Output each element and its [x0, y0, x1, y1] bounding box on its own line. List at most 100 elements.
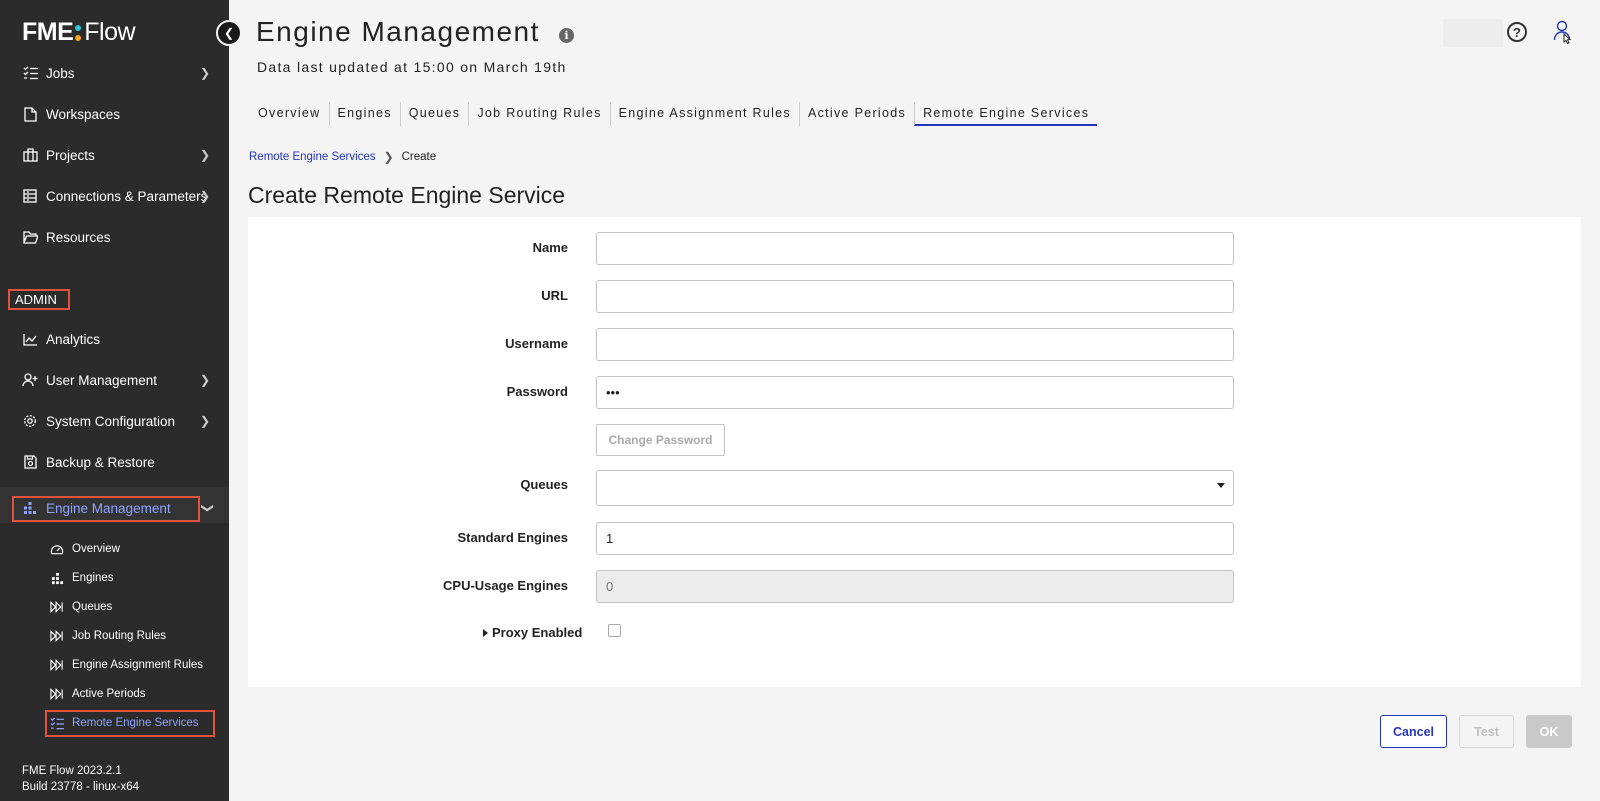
- sidebar-subitem-active-periods[interactable]: Active Periods: [0, 681, 229, 707]
- chevron-down-icon: ❯: [201, 502, 216, 514]
- fme-flow-logo[interactable]: FME Flow: [22, 18, 136, 47]
- tab-bar: Overview Engines Queues Job Routing Rule…: [250, 102, 1098, 126]
- tab-queues[interactable]: Queues: [399, 102, 469, 126]
- tab-remote-engine-services[interactable]: Remote Engine Services: [914, 102, 1098, 126]
- sidebar-item-analytics[interactable]: Analytics: [0, 322, 229, 356]
- change-password-button[interactable]: Change Password: [596, 424, 725, 456]
- save-icon: [22, 454, 38, 470]
- engines-icon: [50, 571, 64, 585]
- gear-icon: [22, 413, 38, 429]
- build-text: Build 23778 - linux-x64: [22, 781, 139, 793]
- test-button[interactable]: Test: [1459, 715, 1514, 748]
- chevron-right-icon: ❯: [200, 189, 211, 203]
- sidebar-item-label: Workspaces: [46, 106, 121, 122]
- queues-select[interactable]: [596, 470, 1234, 506]
- version-info: FME Flow 2023.2.1 Build 23778 - linux-x6…: [22, 763, 139, 795]
- proxy-enabled-toggle[interactable]: Proxy Enabled: [483, 625, 582, 640]
- sidebar-subitem-label: Engines: [72, 572, 114, 584]
- breadcrumb: Remote Engine Services ❯ Create: [249, 150, 436, 164]
- url-input[interactable]: [596, 280, 1234, 313]
- caret-down-icon: [1217, 483, 1225, 488]
- fast-forward-icon: [50, 687, 64, 701]
- tab-engines[interactable]: Engines: [328, 102, 400, 126]
- admin-section-label: ADMIN: [8, 289, 70, 310]
- sidebar-subitem-remote-engine-services[interactable]: Remote Engine Services: [0, 710, 229, 736]
- breadcrumb-current: Create: [401, 151, 437, 163]
- logo-text-fme: FME: [22, 18, 74, 46]
- file-icon: [22, 106, 38, 122]
- chart-line-icon: [22, 331, 38, 347]
- sidebar-subitem-label: Engine Assignment Rules: [72, 659, 204, 671]
- sidebar-item-label: User Management: [46, 372, 158, 388]
- sidebar-item-label: Engine Management: [46, 500, 171, 516]
- sidebar-item-projects[interactable]: Projects ❯: [0, 138, 229, 172]
- help-icon[interactable]: ?: [1507, 22, 1527, 42]
- briefcase-icon: [22, 147, 38, 163]
- folder-open-icon: [22, 229, 38, 245]
- sidebar-item-label: Resources: [46, 229, 111, 245]
- database-icon: [22, 188, 38, 204]
- sidebar-subitem-engines[interactable]: Engines: [0, 565, 229, 591]
- chevron-left-icon: ❮: [223, 26, 235, 40]
- sidebar-item-label: Backup & Restore: [46, 454, 155, 470]
- user-account-icon[interactable]: [1553, 20, 1573, 46]
- proxy-enabled-label: Proxy Enabled: [492, 625, 583, 640]
- sidebar-item-jobs[interactable]: Jobs ❯: [0, 56, 229, 90]
- tab-job-routing-rules[interactable]: Job Routing Rules: [468, 102, 609, 126]
- sidebar-item-resources[interactable]: Resources: [0, 220, 229, 254]
- sidebar-item-workspaces[interactable]: Workspaces: [0, 97, 229, 131]
- sidebar-item-label: Jobs: [46, 65, 75, 81]
- proxy-enabled-checkbox[interactable]: [608, 624, 621, 637]
- user-plus-icon: [22, 372, 38, 388]
- sidebar-subitem-job-routing-rules[interactable]: Job Routing Rules: [0, 623, 229, 649]
- cancel-button[interactable]: Cancel: [1380, 715, 1447, 748]
- sidebar-subitem-label: Queues: [72, 601, 113, 613]
- list-check-icon: [22, 65, 38, 81]
- sidebar-item-label: Projects: [46, 147, 95, 163]
- ok-button[interactable]: OK: [1526, 715, 1572, 748]
- page-title: Engine Management: [256, 16, 540, 47]
- caret-right-icon: [483, 628, 488, 637]
- sidebar-item-user-management[interactable]: User Management ❯: [0, 363, 229, 397]
- standard-engines-label: Standard Engines: [457, 530, 568, 545]
- form-title: Create Remote Engine Service: [248, 182, 566, 208]
- password-input[interactable]: •••: [596, 376, 1234, 409]
- sidebar-item-engine-management[interactable]: Engine Management ❯: [0, 491, 229, 525]
- standard-engines-input[interactable]: 1: [596, 522, 1234, 555]
- chevron-right-icon: ❯: [200, 373, 211, 387]
- engines-icon: [22, 500, 38, 516]
- tab-overview[interactable]: Overview: [250, 102, 329, 126]
- breadcrumb-link-remote-engine-services[interactable]: Remote Engine Services: [249, 151, 376, 163]
- chevron-right-icon: ❯: [200, 148, 211, 162]
- sidebar-subitem-label: Job Routing Rules: [72, 630, 166, 642]
- collapse-sidebar-button[interactable]: ❮: [216, 20, 242, 46]
- name-label: Name: [532, 240, 568, 255]
- sidebar-item-system-configuration[interactable]: System Configuration ❯: [0, 404, 229, 438]
- info-icon[interactable]: i: [559, 28, 574, 43]
- url-label: URL: [541, 288, 568, 303]
- sidebar-item-connections-parameters[interactable]: Connections & Parameters ❯: [0, 179, 229, 213]
- sidebar-subitem-label: Active Periods: [72, 688, 146, 700]
- fast-forward-icon: [50, 658, 64, 672]
- username-label: Username: [505, 336, 568, 351]
- sidebar-item-backup-restore[interactable]: Backup & Restore: [0, 445, 229, 479]
- password-label: Password: [506, 384, 568, 399]
- sidebar-subitem-overview[interactable]: Overview: [0, 536, 229, 562]
- sidebar-subitem-queues[interactable]: Queues: [0, 594, 229, 620]
- fast-forward-icon: [50, 600, 64, 614]
- sidebar-item-label: Analytics: [46, 331, 101, 347]
- chevron-right-icon: ❯: [200, 66, 211, 80]
- version-text: FME Flow 2023.2.1: [22, 765, 122, 777]
- list-check-icon: [50, 716, 64, 730]
- username-input[interactable]: [596, 328, 1234, 361]
- queues-label: Queues: [520, 477, 568, 492]
- tab-active-periods[interactable]: Active Periods: [798, 102, 914, 126]
- tab-engine-assignment-rules[interactable]: Engine Assignment Rules: [609, 102, 799, 126]
- cpu-usage-engines-input: 0: [596, 570, 1234, 603]
- sidebar: FME Flow Jobs ❯ Workspaces Projects ❯ Co…: [0, 0, 229, 801]
- logo-text-flow: Flow: [84, 18, 136, 46]
- name-input[interactable]: [596, 232, 1234, 265]
- cpu-usage-engines-label: CPU-Usage Engines: [443, 578, 568, 593]
- fast-forward-icon: [50, 629, 64, 643]
- sidebar-subitem-engine-assignment-rules[interactable]: Engine Assignment Rules: [0, 652, 229, 678]
